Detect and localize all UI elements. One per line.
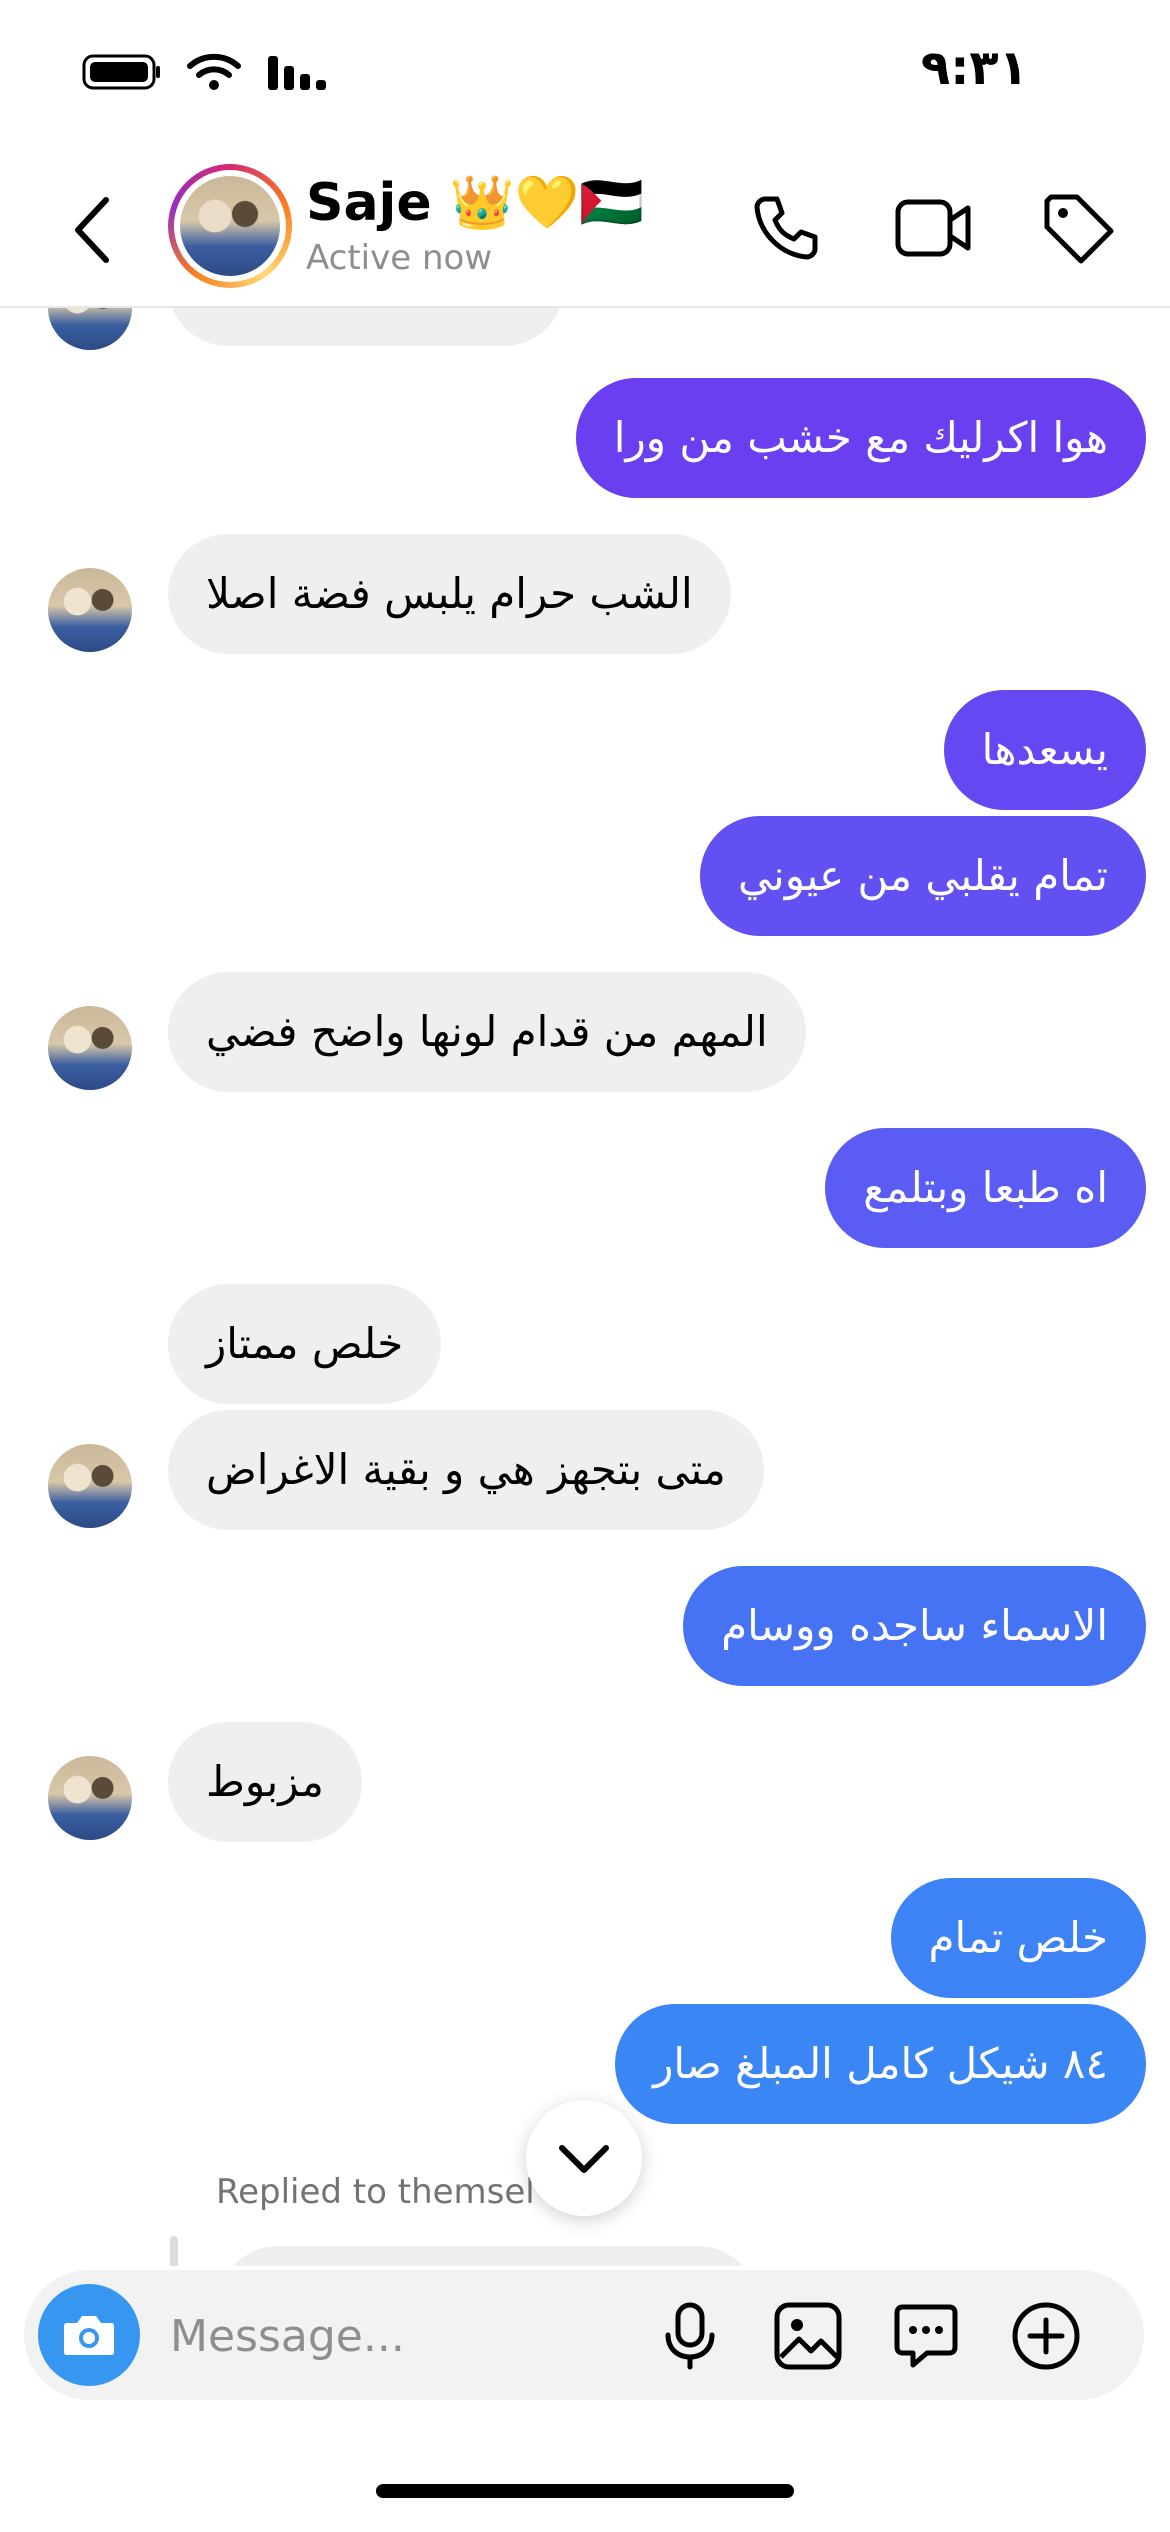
message-bubble-incoming[interactable]: الشب حرام يلبس فضة اصلا (168, 534, 731, 654)
message-bubble-outgoing[interactable]: ٨٤ شيكل كامل المبلغ صار (615, 2004, 1146, 2124)
sender-avatar[interactable] (48, 306, 132, 350)
message-bubble-incoming[interactable]: المهم من قدام لونها واضح فضي (168, 972, 806, 1092)
phone-icon (754, 196, 818, 260)
camera-button[interactable] (38, 2284, 140, 2386)
message-bubble-outgoing[interactable]: خلص تمام (890, 1878, 1146, 1998)
chat-header: Saje 👑💛🇵🇸 Active now (0, 150, 1170, 308)
video-call-button[interactable] (892, 186, 976, 270)
image-icon (774, 2302, 842, 2370)
message-bubble-outgoing[interactable]: تمام يقلبي من عيوني (700, 816, 1146, 936)
message-thread[interactable]: هوا اكرليك مع خشب من ورا الشب حرام يلبس … (0, 306, 1170, 2266)
chat-bubble-icon (894, 2304, 958, 2368)
message-bubble-outgoing[interactable]: هوا اكرليك مع خشب من ورا (575, 378, 1146, 498)
tag-button[interactable] (1036, 186, 1120, 270)
contact-name[interactable]: Saje 👑💛🇵🇸 (306, 172, 644, 233)
sender-avatar[interactable] (48, 1006, 132, 1090)
status-bar: ٩:٣١ (0, 0, 1170, 150)
microphone-icon (665, 2302, 715, 2370)
active-status: Active now (306, 238, 493, 278)
message-composer (24, 2270, 1144, 2400)
message-input[interactable] (168, 2300, 632, 2372)
more-options-button[interactable] (1006, 2296, 1086, 2376)
message-bubble-incoming[interactable]: خلص ممتاز (168, 1284, 442, 1404)
camera-icon (64, 2316, 114, 2355)
back-icon (75, 197, 109, 263)
message-bubble-incoming[interactable]: مزبوط (168, 1722, 362, 1842)
message-bubble-incoming[interactable] (168, 306, 564, 346)
voice-message-button[interactable] (650, 2296, 730, 2376)
sticker-button[interactable] (886, 2296, 966, 2376)
gallery-button[interactable] (768, 2296, 848, 2376)
back-button[interactable] (62, 190, 122, 270)
avatar-photo (180, 176, 280, 276)
sender-avatar[interactable] (48, 1756, 132, 1840)
message-bubble-outgoing[interactable]: الاسماء ساجده ووسام (683, 1566, 1146, 1686)
message-bubble-outgoing[interactable]: يسعدها (943, 690, 1146, 810)
scroll-to-bottom-button[interactable] (526, 2100, 642, 2216)
signal-icon (268, 56, 326, 90)
video-icon (895, 199, 971, 257)
message-bubble-incoming[interactable] (218, 2246, 758, 2266)
contact-avatar[interactable] (168, 164, 292, 288)
tag-icon (1044, 194, 1114, 264)
clock: ٩:٣١ (920, 40, 1028, 96)
replied-label: Replied to themsel (216, 2172, 535, 2212)
sender-avatar[interactable] (48, 568, 132, 652)
audio-call-button[interactable] (744, 186, 828, 270)
chevron-down-icon (559, 2145, 609, 2173)
message-bubble-incoming[interactable]: متى بتجهز هي و بقية الاغراض (168, 1410, 764, 1530)
plus-circle-icon (1012, 2302, 1080, 2370)
sender-avatar[interactable] (48, 1444, 132, 1528)
home-indicator[interactable] (376, 2484, 794, 2498)
message-bubble-outgoing[interactable]: اه طبعا وبتلمع (825, 1128, 1146, 1248)
battery-icon (82, 54, 160, 90)
reply-indicator (170, 2236, 178, 2266)
wifi-icon (187, 53, 241, 90)
status-icons (82, 52, 330, 92)
